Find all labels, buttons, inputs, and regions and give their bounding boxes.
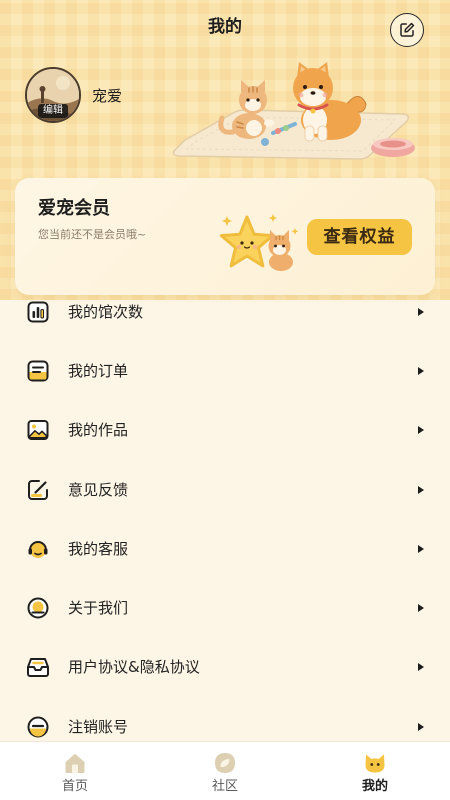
tab-community[interactable]: 社区 [150, 742, 300, 800]
inbox-icon [27, 658, 49, 678]
membership-subtitle: 您当前还不是会员哦~ [38, 228, 147, 241]
cancel-account-icon [27, 716, 49, 738]
membership-title: 爱宠会员 [38, 198, 110, 219]
menu-item-about-us[interactable]: 关于我们 [0, 578, 450, 637]
chevron-right-icon [418, 663, 424, 672]
menu-item-label: 我的作品 [68, 421, 129, 440]
pets-illustration [172, 62, 415, 160]
menu-item-label: 关于我们 [68, 599, 129, 618]
image-icon [27, 420, 49, 441]
bottom-tab-bar: 首页 社区 我的 [0, 741, 450, 800]
cat-icon [365, 754, 385, 773]
menu-item-label: 我的订单 [68, 361, 129, 380]
headset-icon [28, 540, 48, 558]
community-icon [215, 753, 235, 773]
view-benefits-button[interactable]: 查看权益 [307, 219, 412, 255]
menu-item-feedback[interactable]: 意见反馈 [0, 460, 450, 519]
tab-home[interactable]: 首页 [0, 742, 150, 800]
chevron-right-icon [418, 544, 424, 553]
menu-item-label: 注销账号 [68, 717, 129, 736]
menu-item-label: 我的客服 [68, 539, 129, 558]
chevron-right-icon [418, 366, 424, 375]
bar-chart-icon [27, 301, 49, 323]
order-icon [27, 360, 49, 382]
page-title: 我的 [208, 17, 242, 37]
chevron-right-icon [418, 604, 424, 613]
menu-item-works[interactable]: 我的作品 [0, 401, 450, 460]
tab-label: 我的 [361, 779, 388, 794]
menu-list: 我的馆次数 我的订单 我的作品 意见反馈 我的客服 关于我们 用户协议&隐私协议… [0, 282, 450, 741]
chevron-right-icon [418, 426, 424, 435]
menu-item-orders[interactable]: 我的订单 [0, 341, 450, 400]
menu-item-cancel-account[interactable]: 注销账号 [0, 697, 450, 741]
tab-label: 首页 [61, 779, 88, 794]
tab-label: 社区 [211, 779, 238, 794]
profile-screen: 我的 编辑 宠爱 我的馆次数 我的订单 我的作品 意见反馈 我的客服 关于我们 … [0, 0, 450, 800]
menu-item-label: 意见反馈 [68, 480, 129, 499]
avatar-edit-badge[interactable]: 编辑 [38, 104, 68, 118]
menu-item-label: 我的馆次数 [68, 302, 144, 321]
chevron-right-icon [418, 722, 424, 731]
chevron-right-icon [418, 307, 424, 316]
star-cat-illustration [219, 214, 299, 271]
tab-mine[interactable]: 我的 [300, 742, 450, 800]
home-icon [65, 753, 85, 773]
username: 宠爱 [92, 87, 123, 105]
membership-card: 爱宠会员 您当前还不是会员哦~ 查看权益 [15, 178, 435, 295]
edit-profile-button[interactable] [390, 13, 424, 47]
feedback-icon [28, 479, 48, 500]
about-icon [27, 597, 49, 619]
avatar[interactable]: 编辑 [25, 67, 81, 123]
edit-icon [400, 22, 415, 37]
menu-item-agreements[interactable]: 用户协议&隐私协议 [0, 638, 450, 697]
menu-item-customer-service[interactable]: 我的客服 [0, 519, 450, 578]
menu-item-label: 用户协议&隐私协议 [68, 658, 200, 677]
chevron-right-icon [418, 485, 424, 494]
